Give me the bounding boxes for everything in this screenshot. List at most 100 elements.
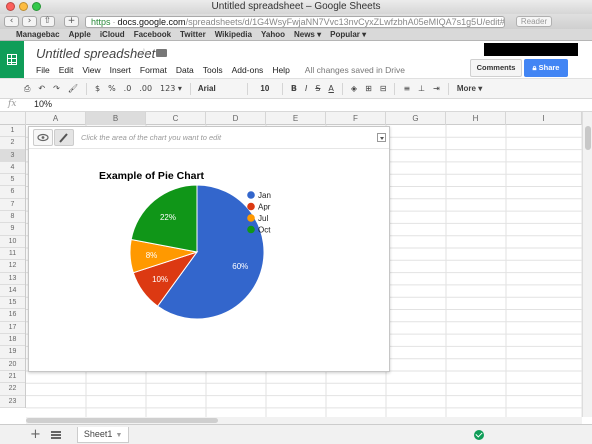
menu-data[interactable]: Data xyxy=(176,65,194,75)
row-header[interactable]: 13 xyxy=(0,273,25,285)
minimize-window-button[interactable] xyxy=(19,2,28,11)
row-header[interactable]: 3 xyxy=(0,149,25,162)
italic-button[interactable]: I xyxy=(301,84,311,93)
row-header[interactable]: 11 xyxy=(0,248,25,261)
row-header[interactable]: 9 xyxy=(0,223,25,236)
reader-button[interactable]: Reader xyxy=(516,16,552,27)
vertical-scrollbar[interactable] xyxy=(582,112,592,417)
column-header[interactable]: A xyxy=(26,112,86,125)
folder-icon[interactable] xyxy=(156,49,167,57)
fill-color-icon[interactable]: ◈ xyxy=(347,84,361,93)
forward-button[interactable]: › xyxy=(22,16,37,27)
column-header[interactable]: F xyxy=(326,112,386,125)
increase-decimal-button[interactable]: .00 xyxy=(135,84,156,93)
address-bar[interactable]: https · docs.google.com /spreadsheets/d/… xyxy=(85,15,505,28)
bold-button[interactable]: B xyxy=(287,84,301,93)
column-header[interactable]: C xyxy=(146,112,206,125)
share-button[interactable]: 🔒︎ Share xyxy=(524,59,568,77)
menu-view[interactable]: View xyxy=(82,65,100,75)
decrease-decimal-button[interactable]: .0 xyxy=(120,84,136,93)
undo-icon[interactable]: ↶ xyxy=(34,84,49,93)
row-header[interactable]: 23 xyxy=(0,396,25,408)
bookmark-item[interactable]: iCloud xyxy=(100,30,125,39)
select-all-corner[interactable] xyxy=(0,112,26,125)
menu-addons[interactable]: Add-ons xyxy=(232,65,264,75)
row-header[interactable]: 8 xyxy=(0,211,25,224)
new-tab-button[interactable]: + xyxy=(64,16,79,27)
row-header[interactable]: 4 xyxy=(0,162,25,175)
menu-help[interactable]: Help xyxy=(272,65,289,75)
sheets-logo[interactable] xyxy=(0,41,24,78)
row-header[interactable]: 10 xyxy=(0,236,25,248)
bookmark-item[interactable]: Wikipedia xyxy=(215,30,252,39)
font-dropdown[interactable]: Arial xyxy=(195,84,243,93)
number-format-dropdown[interactable]: 123 ▾ xyxy=(156,84,186,93)
chart-menu-dropdown[interactable] xyxy=(377,133,386,142)
menu-insert[interactable]: Insert xyxy=(110,65,131,75)
eye-icon[interactable] xyxy=(33,129,53,146)
row-header[interactable]: 22 xyxy=(0,383,25,396)
horizontal-align-icon[interactable]: ≡ xyxy=(399,84,414,93)
chevron-down-icon[interactable]: ▼ xyxy=(115,432,122,439)
close-window-button[interactable] xyxy=(6,2,15,11)
row-header[interactable]: 16 xyxy=(0,309,25,322)
bookmark-item[interactable]: Popular ▾ xyxy=(330,30,366,39)
star-icon[interactable]: ☆ xyxy=(139,46,149,59)
column-header[interactable]: H xyxy=(446,112,506,125)
pie-chart[interactable]: Example of Pie Chart 60% 10% 8% 22% Jan Apr Ju… xyxy=(29,149,389,371)
bookmark-item[interactable]: Yahoo xyxy=(261,30,285,39)
horizontal-scrollbar[interactable] xyxy=(26,417,582,424)
text-wrap-icon[interactable]: ⇥ xyxy=(429,84,444,93)
borders-icon[interactable]: ⊞ xyxy=(361,84,376,93)
row-header[interactable]: 20 xyxy=(0,359,25,371)
print-icon[interactable]: ⎙ xyxy=(20,84,34,94)
comments-button[interactable]: Comments xyxy=(470,59,522,77)
currency-button[interactable]: $ xyxy=(91,84,104,93)
merge-cells-icon[interactable]: ⊟ xyxy=(376,84,391,93)
chart-container[interactable]: Click the area of the chart you want to … xyxy=(28,126,390,372)
column-header[interactable]: G xyxy=(386,112,446,125)
row-header[interactable]: 5 xyxy=(0,174,25,187)
row-header[interactable]: 12 xyxy=(0,260,25,273)
bookmark-item[interactable]: Managebac xyxy=(16,30,60,39)
column-header[interactable]: B xyxy=(86,112,146,125)
redo-icon[interactable]: ↷ xyxy=(49,84,64,93)
row-header[interactable]: 15 xyxy=(0,297,25,310)
row-header[interactable]: 1 xyxy=(0,125,25,138)
font-size-dropdown[interactable]: 10 xyxy=(252,84,278,93)
row-header[interactable]: 18 xyxy=(0,334,25,347)
menu-format[interactable]: Format xyxy=(140,65,167,75)
row-header[interactable]: 17 xyxy=(0,322,25,335)
formula-input[interactable]: 10% xyxy=(34,99,52,109)
row-header[interactable]: 6 xyxy=(0,186,25,199)
menu-edit[interactable]: Edit xyxy=(59,65,74,75)
strikethrough-button[interactable]: S xyxy=(311,84,324,93)
row-header[interactable]: 19 xyxy=(0,346,25,359)
vertical-scroll-thumb[interactable] xyxy=(585,126,591,150)
add-sheet-button[interactable]: + xyxy=(30,427,41,442)
column-header[interactable]: E xyxy=(266,112,326,125)
vertical-align-icon[interactable]: ⊥ xyxy=(414,84,429,93)
row-header[interactable]: 21 xyxy=(0,371,25,384)
zoom-window-button[interactable] xyxy=(32,2,41,11)
bookmark-item[interactable]: Facebook xyxy=(134,30,171,39)
column-header[interactable]: D xyxy=(206,112,266,125)
pencil-icon[interactable] xyxy=(54,129,74,146)
back-button[interactable]: ‹ xyxy=(4,16,19,27)
menu-tools[interactable]: Tools xyxy=(203,65,223,75)
more-button[interactable]: More ▾ xyxy=(453,84,486,93)
row-header[interactable]: 2 xyxy=(0,137,25,150)
menu-file[interactable]: File xyxy=(36,65,50,75)
all-sheets-icon[interactable] xyxy=(50,430,61,439)
document-title[interactable]: Untitled spreadsheet xyxy=(36,46,155,61)
bookmark-item[interactable]: Twitter xyxy=(180,30,206,39)
horizontal-scroll-thumb[interactable] xyxy=(26,418,218,423)
bookmark-item[interactable]: Apple xyxy=(69,30,91,39)
row-header[interactable]: 7 xyxy=(0,199,25,212)
text-color-button[interactable]: A xyxy=(324,84,337,93)
sheet-tab[interactable]: Sheet1 ▼ xyxy=(76,426,130,443)
column-header[interactable]: I xyxy=(506,112,582,125)
share-page-icon[interactable]: ⇧ xyxy=(40,16,55,27)
row-header[interactable]: 14 xyxy=(0,285,25,298)
paint-format-icon[interactable]: 🖌︎ xyxy=(64,84,82,93)
